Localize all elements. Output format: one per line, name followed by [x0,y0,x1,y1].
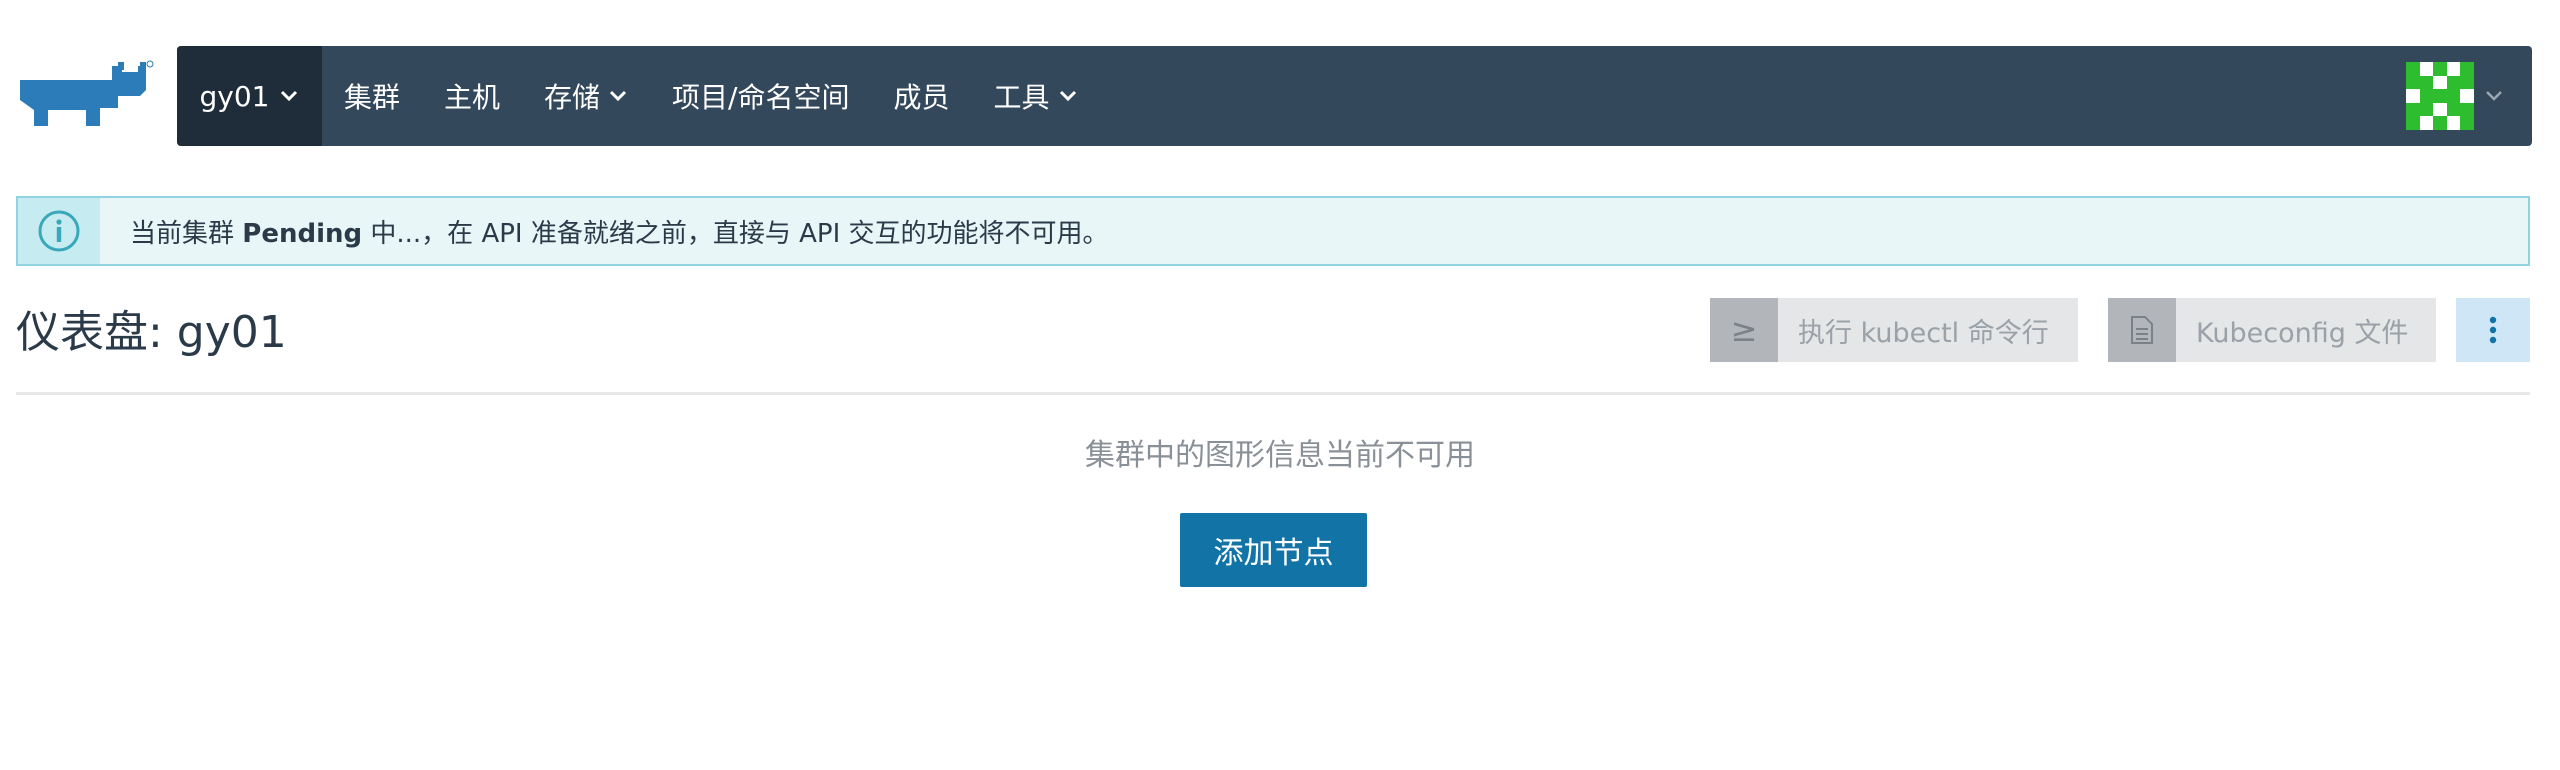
nav-item-label: 工具 [993,81,1050,114]
kubectl-shell-button[interactable]: ≥ 执行 kubectl 命令行 [1710,298,2078,362]
nav-item-label: 项目/命名空间 [672,81,850,114]
nav-item-label: 存储 [544,81,601,114]
chevron-down-icon [1059,90,1076,102]
chevron-down-icon [609,90,627,102]
cluster-switcher[interactable]: gy01 [177,46,322,146]
file-icon [2108,298,2176,362]
graphs-unavailable-message: 集群中的图形信息当前不可用 [1085,438,1475,473]
nav-item-label: 成员 [893,81,950,114]
user-menu[interactable] [2406,62,2504,130]
nav-item-storage[interactable]: 存储 [522,46,650,146]
banner-icon-box [18,198,100,264]
title-divider [16,392,2530,395]
cluster-name: gy01 [199,79,270,113]
top-navigation-bar: gy01 集群 主机 存储 项目/命名空间 成员 工具 [177,46,2532,146]
add-node-button[interactable]: 添加节点 [1180,513,1367,587]
info-icon [38,210,80,252]
rancher-logo-icon[interactable] [14,60,154,132]
nav-item-projects-namespaces[interactable]: 项目/命名空间 [650,46,871,146]
banner-text-prefix: 当前集群 [130,218,235,249]
cluster-pending-banner: 当前集群 Pending 中...，在 API 准备就绪之前，直接与 API 交… [16,196,2530,266]
banner-message: 当前集群 Pending 中...，在 API 准备就绪之前，直接与 API 交… [130,213,1109,250]
nav-item-label: 集群 [344,81,401,114]
more-actions-button[interactable] [2456,298,2530,362]
nav-item-label: 主机 [444,81,501,114]
nav-item-members[interactable]: 成员 [871,46,971,146]
chevron-down-icon [2486,91,2502,101]
banner-text-suffix: 中...，在 API 准备就绪之前，直接与 API 交互的功能将不可用。 [370,218,1109,249]
nav-item-clusters[interactable]: 集群 [322,46,422,146]
chevron-down-icon [281,90,298,102]
banner-status: Pending [242,218,363,249]
nav-item-tools[interactable]: 工具 [972,46,1100,146]
kubectl-button-label: 执行 kubectl 命令行 [1798,317,2049,349]
page-title: 仪表盘: gy01 [16,307,287,358]
nav-item-hosts[interactable]: 主机 [422,46,522,146]
kubeconfig-file-button[interactable]: Kubeconfig 文件 [2108,298,2436,362]
kubeconfig-button-label: Kubeconfig 文件 [2196,317,2409,349]
vertical-ellipsis-icon [2489,316,2497,344]
identicon-avatar [2406,62,2474,130]
terminal-icon: ≥ [1710,298,1778,362]
nav-menu: 集群 主机 存储 项目/命名空间 成员 工具 [322,46,1100,146]
